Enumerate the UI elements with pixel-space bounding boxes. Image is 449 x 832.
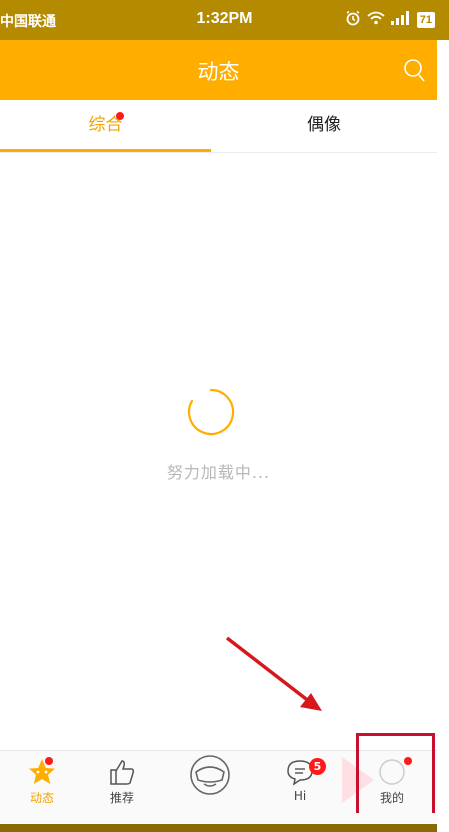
nav-item-recommend[interactable]: 推荐 — [80, 751, 164, 823]
nav-label: 推荐 — [109, 791, 134, 805]
bottom-strip — [0, 824, 437, 832]
nav-badge-count: 5 — [309, 758, 326, 775]
face-mask-icon — [189, 754, 231, 800]
nav-item-center[interactable] — [168, 751, 252, 823]
annotation-highlight-box — [356, 733, 435, 813]
nav-label: Hi — [293, 789, 307, 803]
nav-item-hi[interactable]: 5 Hi — [258, 751, 342, 823]
nav-label: 动态 — [29, 791, 54, 805]
nav-item-dynamic[interactable]: 动态 — [0, 751, 84, 823]
thumbs-up-icon — [107, 757, 137, 791]
nav-badge-dot — [45, 757, 53, 765]
annotation-arrow-icon — [225, 636, 322, 711]
right-edge — [437, 40, 449, 832]
